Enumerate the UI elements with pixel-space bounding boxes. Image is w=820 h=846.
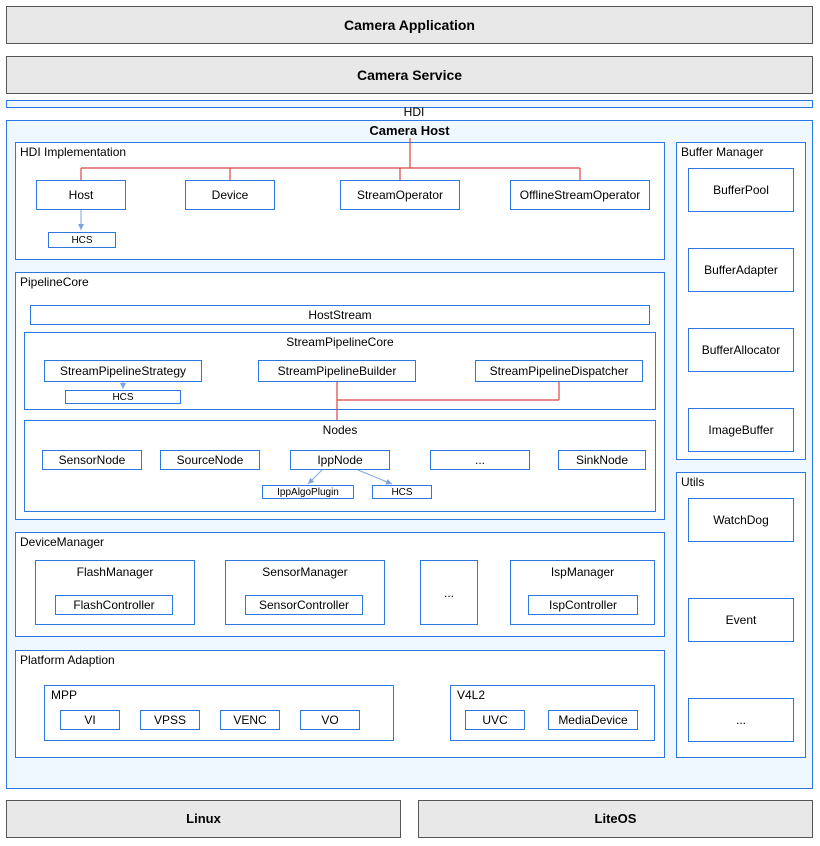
vpss-box: VPSS bbox=[140, 710, 200, 730]
spc-dispatcher-box: StreamPipelineDispatcher bbox=[475, 360, 643, 382]
nodes-hcs-box: HCS bbox=[372, 485, 432, 499]
spc-strategy-box: StreamPipelineStrategy bbox=[44, 360, 202, 382]
hdi-impl-title: HDI Implementation bbox=[16, 143, 664, 161]
device-manager-title: DeviceManager bbox=[16, 533, 664, 551]
platform-adaption-title: Platform Adaption bbox=[16, 651, 664, 669]
camera-application-label: Camera Application bbox=[344, 17, 475, 33]
watchdog-box: WatchDog bbox=[688, 498, 794, 542]
camera-host-title: Camera Host bbox=[7, 121, 812, 140]
camera-application-box: Camera Application bbox=[6, 6, 813, 44]
nodes-title: Nodes bbox=[25, 423, 655, 437]
buffer-pool-box: BufferPool bbox=[688, 168, 794, 212]
nodes-hcs-label: HCS bbox=[391, 487, 412, 498]
isp-controller-box: IspController bbox=[528, 595, 638, 615]
device-manager-dots-box: ... bbox=[420, 560, 478, 625]
linux-box: Linux bbox=[6, 800, 401, 838]
buffer-pool-label: BufferPool bbox=[713, 183, 769, 197]
v4l2-title: V4L2 bbox=[457, 688, 485, 702]
venc-box: VENC bbox=[220, 710, 280, 730]
liteos-label: LiteOS bbox=[595, 811, 637, 826]
venc-label: VENC bbox=[233, 713, 266, 727]
host-stream-box: HostStream bbox=[30, 305, 650, 325]
sensor-manager-panel: SensorManager bbox=[225, 560, 385, 625]
utils-dots-box: ... bbox=[688, 698, 794, 742]
media-device-box: MediaDevice bbox=[548, 710, 638, 730]
sensor-node-label: SensorNode bbox=[59, 453, 126, 467]
offline-stream-operator-label: OfflineStreamOperator bbox=[520, 188, 641, 202]
camera-service-box: Camera Service bbox=[6, 56, 813, 94]
buffer-allocator-label: BufferAllocator bbox=[702, 343, 781, 357]
buffer-manager-title: Buffer Manager bbox=[677, 143, 805, 161]
host-stream-label: HostStream bbox=[308, 308, 371, 322]
uvc-box: UVC bbox=[465, 710, 525, 730]
spc-title: StreamPipelineCore bbox=[25, 335, 655, 349]
hdi-label: HDI bbox=[394, 105, 434, 119]
host-hcs-label: HCS bbox=[71, 235, 92, 246]
device-manager-dots-label: ... bbox=[444, 586, 454, 600]
nodes-dots-box: ... bbox=[430, 450, 530, 470]
watchdog-label: WatchDog bbox=[713, 513, 769, 527]
mpp-title: MPP bbox=[51, 688, 77, 702]
spc-hcs-label: HCS bbox=[112, 392, 133, 403]
sensor-node-box: SensorNode bbox=[42, 450, 142, 470]
pipeline-core-title: PipelineCore bbox=[16, 273, 664, 291]
stream-operator-box: StreamOperator bbox=[340, 180, 460, 210]
linux-label: Linux bbox=[186, 811, 221, 826]
sensor-manager-title: SensorManager bbox=[226, 565, 384, 579]
spc-hcs-box: HCS bbox=[65, 390, 181, 404]
spc-builder-label: StreamPipelineBuilder bbox=[278, 364, 397, 378]
isp-manager-panel: IspManager bbox=[510, 560, 655, 625]
sensor-controller-box: SensorController bbox=[245, 595, 363, 615]
spc-builder-box: StreamPipelineBuilder bbox=[258, 360, 416, 382]
vo-box: VO bbox=[300, 710, 360, 730]
image-buffer-box: ImageBuffer bbox=[688, 408, 794, 452]
utils-title: Utils bbox=[677, 473, 805, 491]
ipp-algo-plugin-box: IppAlgoPlugin bbox=[262, 485, 354, 499]
spc-strategy-label: StreamPipelineStrategy bbox=[60, 364, 186, 378]
device-label: Device bbox=[212, 188, 249, 202]
host-hcs-box: HCS bbox=[48, 232, 116, 248]
source-node-label: SourceNode bbox=[177, 453, 244, 467]
flash-controller-box: FlashController bbox=[55, 595, 173, 615]
vi-box: VI bbox=[60, 710, 120, 730]
buffer-allocator-box: BufferAllocator bbox=[688, 328, 794, 372]
spc-dispatcher-label: StreamPipelineDispatcher bbox=[490, 364, 629, 378]
uvc-label: UVC bbox=[482, 713, 507, 727]
vpss-label: VPSS bbox=[154, 713, 186, 727]
sensor-controller-label: SensorController bbox=[259, 598, 349, 612]
nodes-dots-label: ... bbox=[475, 453, 485, 467]
ipp-node-label: IppNode bbox=[317, 453, 362, 467]
ipp-algo-plugin-label: IppAlgoPlugin bbox=[277, 487, 339, 498]
host-box: Host bbox=[36, 180, 126, 210]
ipp-node-box: IppNode bbox=[290, 450, 390, 470]
camera-service-label: Camera Service bbox=[357, 67, 462, 83]
device-box: Device bbox=[185, 180, 275, 210]
vi-label: VI bbox=[84, 713, 95, 727]
media-device-label: MediaDevice bbox=[558, 713, 627, 727]
flash-manager-title: FlashManager bbox=[36, 565, 194, 579]
liteos-box: LiteOS bbox=[418, 800, 813, 838]
event-box: Event bbox=[688, 598, 794, 642]
vo-label: VO bbox=[321, 713, 338, 727]
buffer-adapter-box: BufferAdapter bbox=[688, 248, 794, 292]
buffer-adapter-label: BufferAdapter bbox=[704, 263, 778, 277]
sink-node-label: SinkNode bbox=[576, 453, 628, 467]
event-label: Event bbox=[726, 613, 757, 627]
utils-dots-label: ... bbox=[736, 713, 746, 727]
flash-controller-label: FlashController bbox=[73, 598, 154, 612]
offline-stream-operator-box: OfflineStreamOperator bbox=[510, 180, 650, 210]
flash-manager-panel: FlashManager bbox=[35, 560, 195, 625]
host-label: Host bbox=[69, 188, 94, 202]
image-buffer-label: ImageBuffer bbox=[708, 423, 773, 437]
isp-controller-label: IspController bbox=[549, 598, 617, 612]
isp-manager-title: IspManager bbox=[511, 565, 654, 579]
stream-operator-label: StreamOperator bbox=[357, 188, 443, 202]
sink-node-box: SinkNode bbox=[558, 450, 646, 470]
source-node-box: SourceNode bbox=[160, 450, 260, 470]
